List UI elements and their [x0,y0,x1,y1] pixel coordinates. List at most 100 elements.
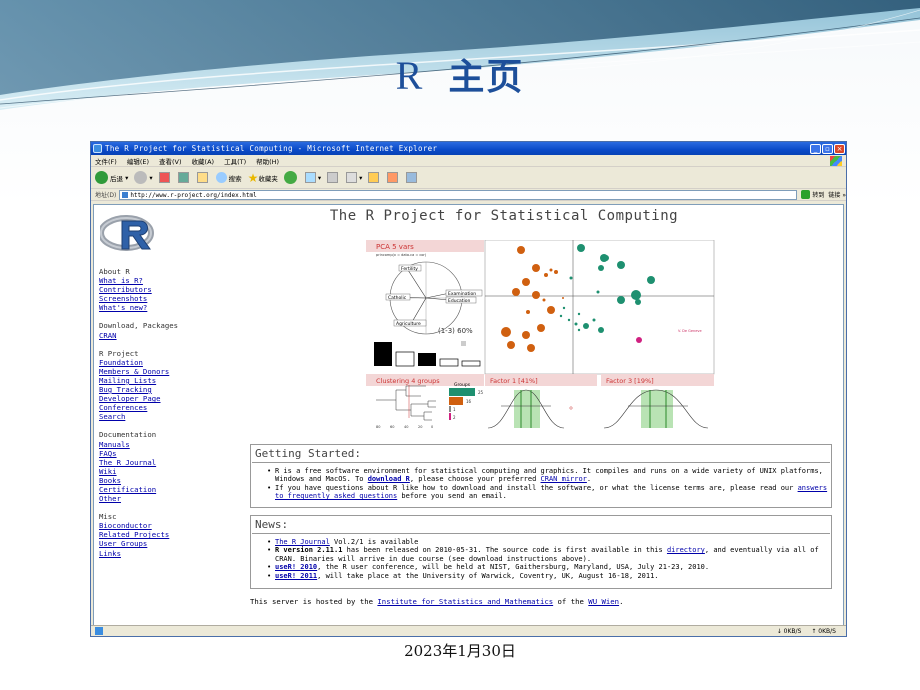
sidebar-section-heading: Documentation [99,430,157,440]
sidebar-link[interactable]: Conferences [99,403,219,412]
cran-mirror-link[interactable]: CRAN mirror [541,475,587,483]
scatter-point [617,261,625,269]
stop-button[interactable] [158,172,172,183]
r-journal-news-link[interactable]: The R Journal [275,538,330,546]
sidebar-link[interactable]: Search [99,412,219,421]
scatter-point [598,265,604,271]
stop-icon [158,172,170,183]
sidebar-link[interactable]: Screenshots [99,294,219,303]
sidebar-link[interactable]: Developer Page [99,394,219,403]
go-arrow-icon [801,190,811,199]
web-page: About R What is R? Contributors Screenshots… [93,204,844,626]
download-speed: ↓ 0KB/S [776,627,802,635]
page-footer: This server is hosted by the Institute f… [250,597,623,606]
sidebar-link[interactable]: Members & Donors [99,367,219,376]
links-button[interactable]: 链接 » [828,190,846,199]
groups-label: Groups [454,382,471,388]
history-button[interactable] [283,171,299,184]
slide-title: R 主页 [0,48,920,100]
go-button[interactable]: 转到 [801,190,824,199]
user-2010-link[interactable]: useR! 2010 [275,563,317,571]
sidebar-link[interactable]: Foundation [99,358,219,367]
pca-title: PCA 5 vars [376,243,414,251]
dendro-tick-80: 80 [376,425,380,429]
menu-edit[interactable]: 编辑(E) [127,156,149,166]
r-graphics-screenshot: PCA 5 vars princomp(x = data.ca = cor) F… [366,240,715,429]
footer-text: This server is hosted by the [250,597,378,606]
close-button[interactable]: × [834,143,845,154]
getting-started-item: If you have questions about R like how t… [267,484,831,501]
mail-icon [304,172,316,183]
sidebar-link[interactable]: The R Journal [99,458,219,467]
minimize-button[interactable]: _ [810,143,821,154]
menu-favorites[interactable]: 收藏(A) [192,156,215,166]
sidebar-link[interactable]: What is R? [99,276,219,285]
sidebar-link[interactable]: Links [99,549,219,558]
scatter-point [507,341,515,349]
scatter-point [598,327,604,333]
sidebar-link[interactable]: FAQs [99,449,219,458]
star-icon: ★ [247,170,259,185]
home-button[interactable] [196,172,210,183]
sidebar-link[interactable]: CRAN [99,331,219,340]
favorites-button[interactable]: ★ 收藏夹 [248,171,278,185]
scatter-point [562,297,564,299]
sidebar-link[interactable]: Other [99,494,219,503]
user-2011-link[interactable]: useR! 2011 [275,572,317,580]
menu-tools[interactable]: 工具(T) [224,156,246,166]
wu-wien-link[interactable]: WU Wien [588,597,619,606]
search-label: 搜索 [228,174,242,183]
institute-link[interactable]: Institute for Statistics and Mathematics [377,597,553,606]
news-heading: News: [252,516,830,534]
sidebar-link[interactable]: Manuals [99,440,219,449]
menu-help[interactable]: 帮助(H) [256,156,279,166]
sidebar-link[interactable]: Books [99,476,219,485]
footer-text: . [619,597,624,606]
var-label-examination: Examination [448,291,476,297]
var-label-catholic: Catholic [388,295,407,301]
var-label-agriculture: Agriculture [396,321,421,327]
history-icon [283,171,297,184]
home-icon [196,172,208,183]
maximize-button[interactable]: ▫ [822,143,833,154]
mail-button[interactable]: ▾ [304,172,321,183]
clustering-label: Clustering 4 groups [376,377,440,385]
page-status-icon [95,627,103,635]
search-button[interactable]: 搜索 [215,172,242,183]
sidebar-link[interactable]: What's new? [99,303,219,312]
window-titlebar[interactable]: The R Project for Statistical Computing … [91,142,846,155]
menu-view[interactable]: 查看(V) [159,156,182,166]
sidebar-link[interactable]: Bioconductor [99,521,219,530]
menu-file[interactable]: 文件(F) [95,156,117,166]
sidebar-section-heading: About R [99,267,130,276]
directory-link[interactable]: directory [667,546,705,554]
download-r-link[interactable]: download R [368,475,410,483]
sidebar-link[interactable]: Wiki [99,467,219,476]
sidebar-link[interactable]: Bug Tracking [99,385,219,394]
scatter-point [562,306,566,310]
news-bold: R version 2.11.1 [275,546,343,555]
tool-button[interactable] [387,172,400,183]
sidebar-link[interactable]: Contributors [99,285,219,294]
scatter-point [574,322,578,326]
sidebar-link[interactable]: User Groups [99,539,219,548]
print-button[interactable] [327,172,340,183]
address-input[interactable]: http://www.r-project.org/index.html [119,189,798,200]
sidebar-section-heading: Misc [99,512,117,522]
getting-started-item: R is a free software environment for sta… [267,467,831,484]
address-bar: 地址(D) http://www.r-project.org/index.htm… [91,189,846,201]
slide-date: 2023年1月30日 [404,642,516,660]
sidebar-link[interactable]: Certification [99,485,219,494]
edit-button[interactable]: ▾ [346,172,362,183]
news-text: has been released on 2010-05-31. The sou… [342,546,667,555]
back-button[interactable]: 后退 ▾ [95,171,128,184]
sidebar-link[interactable]: Mailing Lists [99,376,219,385]
messenger-button[interactable] [406,172,419,183]
window-title: The R Project for Statistical Computing … [105,144,438,153]
dendro-tick-0: 0 [431,425,433,429]
forward-button[interactable]: ▾ [134,171,153,184]
address-label: 地址(D) [95,192,117,199]
sidebar-link[interactable]: Related Projects [99,530,219,539]
folder-button[interactable] [368,172,381,183]
refresh-button[interactable] [177,172,191,183]
